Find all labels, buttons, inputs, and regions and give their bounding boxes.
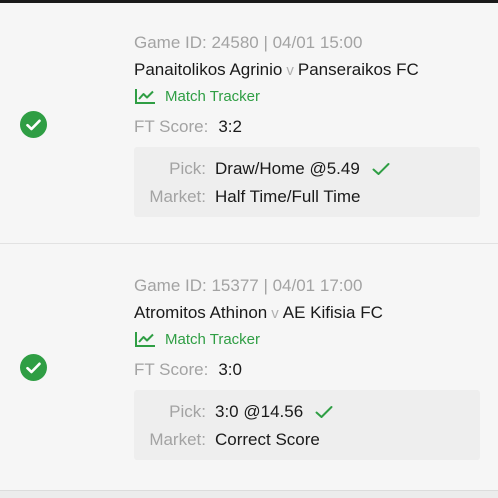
versus-label: v	[271, 305, 279, 322]
pick-box: Pick: 3:0 @14.56 Market: Correct Score	[134, 390, 480, 460]
bet-item: Game ID: 24580 | 04/01 15:00 Panaitoliko…	[0, 3, 498, 244]
pick-box: Pick: Draw/Home @5.49 Market: Half Time/…	[134, 147, 480, 217]
pick-row: Pick: 3:0 @14.56	[134, 398, 480, 426]
match-teams: Atromitos Athinon v AE Kifisia FC	[134, 302, 480, 324]
check-circle-icon	[20, 354, 47, 381]
market-label: Market:	[149, 430, 206, 449]
pick-value: Draw/Home @5.49	[215, 159, 360, 178]
line-chart-icon	[135, 89, 155, 104]
game-id-line: Game ID: 24580 | 04/01 15:00	[134, 33, 363, 52]
ft-score-value: 3:0	[218, 360, 242, 379]
checkmark-icon	[315, 406, 333, 418]
ft-score: FT Score: 3:2	[134, 116, 480, 138]
match-tracker-label: Match Tracker	[165, 330, 261, 348]
check-circle-icon	[20, 111, 47, 138]
market-value: Half Time/Full Time	[215, 187, 361, 206]
match-tracker-label: Match Tracker	[165, 87, 261, 105]
home-team: Atromitos Athinon	[134, 303, 268, 322]
match-tracker-link[interactable]: Match Tracker	[134, 86, 480, 106]
versus-label: v	[286, 62, 294, 79]
bet-item: Game ID: 15377 | 04/01 17:00 Atromitos A…	[0, 244, 498, 491]
ft-score-value: 3:2	[218, 117, 242, 136]
game-id-line: Game ID: 15377 | 04/01 17:00	[134, 276, 363, 295]
bet-list: Game ID: 24580 | 04/01 15:00 Panaitoliko…	[0, 3, 498, 491]
checkmark-icon	[372, 163, 390, 175]
ft-score-label: FT Score:	[134, 117, 209, 136]
next-bet-edge	[0, 490, 498, 498]
away-team: AE Kifisia FC	[282, 303, 383, 322]
market-label: Market:	[149, 187, 206, 206]
ft-score-label: FT Score:	[134, 360, 209, 379]
pick-value: 3:0 @14.56	[215, 402, 304, 421]
market-row: Market: Correct Score	[134, 426, 480, 454]
bet-details: Game ID: 15377 | 04/01 17:00 Atromitos A…	[134, 275, 480, 460]
match-tracker-link[interactable]: Match Tracker	[134, 329, 480, 349]
market-row: Market: Half Time/Full Time	[134, 183, 480, 211]
pick-label: Pick:	[169, 402, 206, 421]
home-team: Panaitolikos Agrinio	[134, 60, 283, 79]
line-chart-icon	[135, 332, 155, 347]
away-team: Panseraikos FC	[297, 60, 419, 79]
pick-row: Pick: Draw/Home @5.49	[134, 155, 480, 183]
market-value: Correct Score	[215, 430, 320, 449]
pick-label: Pick:	[169, 159, 206, 178]
match-teams: Panaitolikos Agrinio v Panseraikos FC	[134, 59, 480, 81]
bet-details: Game ID: 24580 | 04/01 15:00 Panaitoliko…	[134, 32, 480, 217]
ft-score: FT Score: 3:0	[134, 359, 480, 381]
